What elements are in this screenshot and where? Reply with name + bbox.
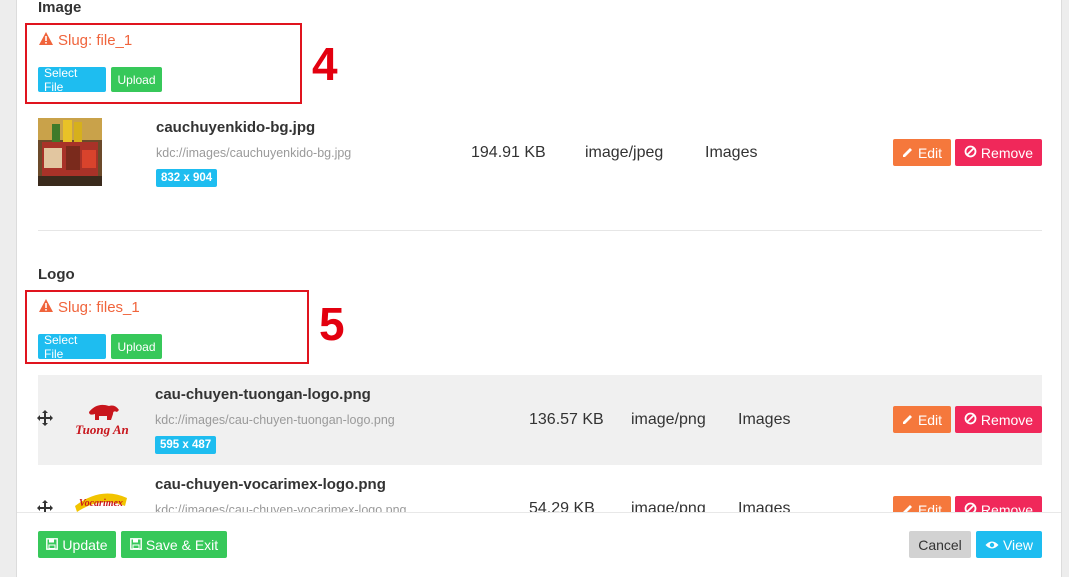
file-path: kdc://images/cau-chuyen-tuongan-logo.png bbox=[155, 413, 395, 427]
file-remove-button[interactable]: Remove bbox=[955, 139, 1042, 166]
file-dimensions-badge: 595 x 487 bbox=[155, 436, 217, 454]
logo-slug-text: Slug: files_1 bbox=[58, 299, 140, 316]
pencil-icon bbox=[902, 412, 914, 428]
file-path: kdc://images/cauchuyenkido-bg.jpg bbox=[156, 146, 352, 160]
move-icon[interactable] bbox=[37, 410, 53, 431]
annotation-number-4: 4 bbox=[312, 38, 338, 90]
image-section-title: Image bbox=[38, 0, 82, 16]
file-thumbnail bbox=[38, 118, 102, 186]
update-button[interactable]: Update bbox=[38, 531, 116, 558]
file-edit-button[interactable]: Edit bbox=[893, 406, 951, 433]
save-icon bbox=[129, 537, 142, 553]
ban-icon bbox=[964, 145, 977, 161]
logo-wordmark: Tuong An bbox=[75, 422, 129, 437]
edit-label: Edit bbox=[917, 411, 943, 428]
form-card: Image 4 Slug: file_1 Select File Upload … bbox=[16, 0, 1062, 577]
file-mime: image/png bbox=[631, 411, 706, 428]
warning-icon bbox=[38, 298, 54, 317]
logo-select-file-button[interactable]: Select File bbox=[38, 333, 106, 361]
update-label: Update bbox=[62, 536, 108, 553]
logo-slug-warning: Slug: files_1 bbox=[38, 298, 140, 317]
file-size: 194.91 KB bbox=[471, 144, 546, 161]
pencil-icon bbox=[902, 145, 914, 161]
file-edit-button[interactable]: Edit bbox=[893, 139, 951, 166]
image-slug-warning: Slug: file_1 bbox=[38, 31, 132, 50]
warning-icon bbox=[38, 31, 54, 50]
file-category: Images bbox=[705, 144, 758, 161]
file-remove-button[interactable]: Remove bbox=[955, 406, 1042, 433]
file-name: cauchuyenkido-bg.jpg bbox=[156, 119, 316, 136]
view-label: View bbox=[1002, 536, 1034, 553]
file-name: cau-chuyen-vocarimex-logo.png bbox=[155, 476, 386, 493]
section-divider bbox=[38, 230, 1042, 231]
ban-icon bbox=[964, 412, 977, 428]
save-exit-label: Save & Exit bbox=[145, 536, 219, 553]
file-name: cau-chuyen-tuongan-logo.png bbox=[155, 386, 371, 403]
file-mime: image/jpeg bbox=[585, 144, 664, 161]
image-select-file-button[interactable]: Select File bbox=[38, 66, 106, 94]
logo-section-title: Logo bbox=[38, 266, 75, 283]
view-button[interactable]: View bbox=[976, 531, 1042, 558]
file-category: Images bbox=[738, 411, 791, 428]
cancel-button[interactable]: Cancel bbox=[909, 531, 971, 558]
save-icon bbox=[46, 537, 59, 553]
logo-upload-button[interactable]: Upload bbox=[111, 334, 162, 359]
logo-thumbnail: Tuong An bbox=[69, 398, 135, 440]
file-dimensions-badge: 832 x 904 bbox=[156, 169, 218, 187]
remove-label: Remove bbox=[980, 411, 1034, 428]
logo-thumbnail: Vocarimex bbox=[71, 484, 131, 514]
annotation-number-5: 5 bbox=[319, 298, 345, 350]
image-slug-text: Slug: file_1 bbox=[58, 32, 133, 49]
edit-label: Edit bbox=[917, 144, 943, 161]
form-footer: Update Save & Exit Cancel View bbox=[17, 512, 1061, 577]
save-exit-button[interactable]: Save & Exit bbox=[121, 531, 227, 558]
eye-icon bbox=[985, 537, 999, 553]
logo-wordmark: Vocarimex bbox=[79, 498, 123, 509]
file-size: 136.57 KB bbox=[529, 411, 604, 428]
image-upload-button[interactable]: Upload bbox=[111, 67, 162, 92]
remove-label: Remove bbox=[980, 144, 1034, 161]
